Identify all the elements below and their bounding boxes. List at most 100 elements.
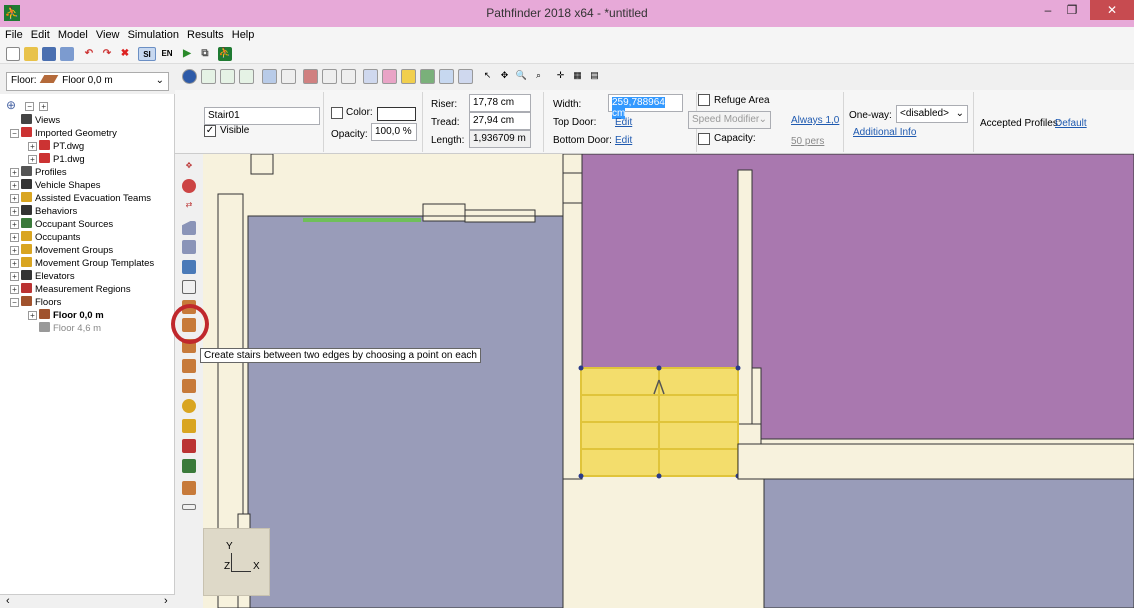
show-rooms-icon[interactable] [420, 69, 435, 84]
refuge-area-checkbox[interactable] [698, 94, 710, 106]
capacity-value[interactable]: 50 pers [791, 136, 824, 147]
new-file-icon[interactable] [6, 47, 20, 61]
expand-toggle-icon[interactable]: + [10, 285, 19, 294]
tree-item[interactable]: + Vehicle Shapes [10, 179, 101, 192]
zoom-tool-icon[interactable]: 🔍 [514, 69, 529, 84]
delete-icon[interactable]: ✖ [118, 47, 132, 61]
tree-item[interactable]: + Movement Groups [10, 244, 113, 257]
show-stairs-icon[interactable] [458, 69, 473, 84]
menu-file[interactable]: File [5, 27, 23, 41]
tree-item[interactable]: + Occupant Sources [10, 218, 113, 231]
tree-item[interactable]: − Floors [10, 296, 61, 309]
color-checkbox[interactable] [331, 107, 343, 119]
expand-toggle-icon[interactable]: + [28, 142, 37, 151]
rotate-tool-icon[interactable] [182, 179, 196, 193]
stair-vertex[interactable] [578, 365, 584, 371]
expand-toggle-icon[interactable]: + [10, 272, 19, 281]
run-simulation-icon[interactable]: ▶ [180, 47, 194, 61]
restore-button[interactable]: ❐ [1058, 0, 1086, 20]
view-side-icon[interactable] [239, 69, 254, 84]
room-split-icon[interactable] [182, 260, 196, 274]
tree-horizontal-scrollbar[interactable]: ‹ › [0, 594, 175, 608]
expand-toggle-icon[interactable]: + [10, 233, 19, 242]
expand-toggle-icon[interactable]: + [10, 246, 19, 255]
stair-vertex[interactable] [578, 473, 584, 479]
tree-item[interactable]: Views [10, 114, 60, 127]
tree-item[interactable]: + P1.dwg [28, 153, 85, 166]
view-3d-icon[interactable] [182, 69, 197, 84]
expand-toggle-icon[interactable]: + [10, 259, 19, 268]
expand-toggle-icon[interactable]: + [10, 168, 19, 177]
expand-toggle-icon[interactable]: − [10, 129, 19, 138]
tree-item[interactable]: − Imported Geometry [10, 127, 117, 140]
menu-simulation[interactable]: Simulation [128, 27, 179, 41]
show-groups-icon[interactable] [401, 69, 416, 84]
room-polygon-icon[interactable] [182, 221, 196, 235]
mirror-tool-icon[interactable]: ⇄ [182, 198, 196, 212]
color-swatch[interactable] [377, 107, 416, 121]
select-tool-icon[interactable]: ↖ [480, 69, 495, 84]
speed-modifier-select[interactable]: Speed Modifier ⌄ [688, 111, 771, 129]
render-mode-icon[interactable] [303, 69, 318, 84]
oneway-select[interactable]: <disabled> ⌄ [896, 105, 968, 123]
tree-item[interactable]: + PT.dwg [28, 140, 84, 153]
escalator-tool-icon[interactable] [182, 379, 196, 393]
expand-toggle-icon[interactable]: + [28, 311, 37, 320]
tree-item[interactable]: + Occupants [10, 231, 80, 244]
tree-item[interactable]: + Profiles [10, 166, 67, 179]
show-geometry-icon[interactable] [363, 69, 378, 84]
move-tool-icon[interactable]: ✥ [182, 159, 196, 173]
speed-value-link[interactable]: Always 1,0 [791, 115, 839, 126]
expand-toggle-icon[interactable]: + [10, 207, 19, 216]
expand-toggle-icon[interactable]: + [10, 220, 19, 229]
tree-item[interactable]: + Assisted Evacuation Teams [10, 192, 151, 205]
room-blue-left[interactable] [247, 215, 564, 608]
expand-toggle-icon[interactable]: + [28, 155, 37, 164]
undo-icon[interactable]: ↶ [82, 47, 96, 61]
solid-icon[interactable] [341, 69, 356, 84]
redo-icon[interactable]: ↷ [100, 47, 114, 61]
pathfinder-results-icon[interactable]: ⛹ [218, 47, 232, 61]
capacity-checkbox[interactable] [698, 133, 710, 145]
results-icon[interactable]: ⧉ [198, 47, 212, 61]
close-button[interactable]: ✕ [1090, 0, 1134, 20]
stair-vertex[interactable] [656, 473, 662, 479]
stair-vertex[interactable] [735, 365, 741, 371]
show-doors-icon[interactable] [439, 69, 454, 84]
tree-item[interactable]: + Behaviors [10, 205, 77, 218]
accepted-profiles-link[interactable]: Default [1055, 118, 1087, 129]
elevator-tool-icon[interactable] [182, 481, 196, 495]
collapse-all-icon[interactable]: − [25, 102, 35, 111]
menu-help[interactable]: Help [232, 27, 255, 41]
tree-item[interactable]: + Measurement Regions [10, 283, 131, 296]
stair-vertex[interactable] [656, 365, 662, 371]
expand-all-icon[interactable]: + [39, 102, 49, 111]
tread-input[interactable]: 27,94 cm [469, 112, 531, 130]
floor-select[interactable]: Floor: Floor 0,0 m ⌄ [6, 72, 169, 91]
riser-input[interactable]: 17,78 cm [469, 94, 531, 112]
measure-tool-icon[interactable] [182, 504, 196, 510]
grid-icon[interactable]: ▦ [570, 69, 585, 84]
view-top-icon[interactable] [201, 69, 216, 84]
occupant-source-icon[interactable] [182, 459, 196, 473]
ramp-tool-icon[interactable] [182, 359, 196, 373]
scroll-right-icon[interactable]: › [164, 595, 168, 607]
tree-item[interactable]: + Movement Group Templates [10, 257, 154, 270]
room-rect-icon[interactable] [182, 240, 196, 254]
tree-item[interactable]: + Floor 0,0 m [28, 309, 104, 322]
bottom-door-edit-link[interactable]: Edit [615, 135, 632, 146]
open-folder-icon[interactable] [24, 47, 38, 61]
room-blue-right[interactable] [763, 478, 1134, 608]
wireframe-icon[interactable] [322, 69, 337, 84]
expand-toggle-icon[interactable]: − [10, 298, 19, 307]
top-door-edit-link[interactable]: Edit [615, 117, 632, 128]
import-icon[interactable] [60, 47, 74, 61]
scroll-left-icon[interactable]: ‹ [6, 595, 10, 607]
menu-model[interactable]: Model [58, 27, 88, 41]
add-group-icon[interactable] [182, 419, 196, 433]
extract-room-icon[interactable] [182, 280, 196, 294]
add-occupant-icon[interactable] [182, 399, 196, 413]
additional-info-link[interactable]: Additional Info [853, 127, 916, 138]
menu-view[interactable]: View [96, 27, 120, 41]
menu-results[interactable]: Results [187, 27, 224, 41]
